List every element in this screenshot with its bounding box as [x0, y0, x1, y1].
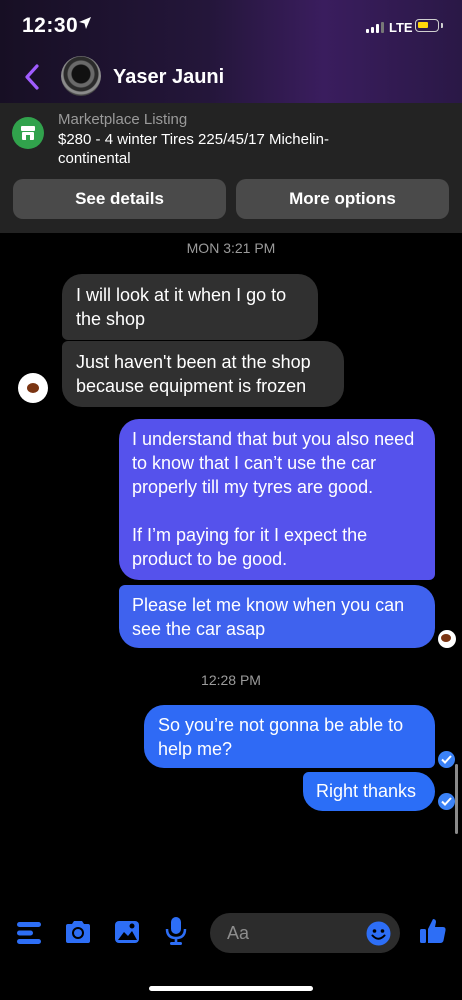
- delivered-check-icon: [438, 751, 455, 768]
- sent-message[interactable]: So you’re not gonna be able to help me?: [144, 705, 435, 768]
- contact-small-avatar: [18, 373, 48, 403]
- listing-label: Marketplace Listing: [58, 111, 188, 128]
- back-chevron-icon[interactable]: [24, 64, 40, 95]
- see-details-button[interactable]: See details: [13, 179, 226, 219]
- home-indicator[interactable]: [149, 986, 313, 991]
- emoji-icon[interactable]: [366, 921, 391, 951]
- read-receipt-avatar: [438, 630, 456, 648]
- message-input-placeholder: Aa: [227, 923, 250, 943]
- timestamp: 12:28 PM: [201, 672, 261, 688]
- network-label: LTE: [389, 20, 413, 35]
- delivered-check-icon: [438, 793, 455, 810]
- more-options-button[interactable]: More options: [236, 179, 449, 219]
- sent-message[interactable]: I understand that but you also need to k…: [119, 419, 435, 580]
- menu-icon[interactable]: [17, 920, 43, 951]
- marketplace-store-icon: [12, 117, 44, 149]
- received-message[interactable]: Just haven't been at the shop because eq…: [62, 341, 344, 407]
- contact-name[interactable]: Yaser Jauni: [113, 66, 224, 89]
- message-input[interactable]: Aa: [210, 913, 400, 953]
- signal-icon: [366, 22, 384, 33]
- sent-message-paragraph: If I’m paying for it I expect the produc…: [132, 525, 368, 569]
- status-time: 12:30: [22, 14, 79, 37]
- thumbs-up-icon[interactable]: [419, 917, 447, 950]
- battery-icon: [415, 19, 443, 32]
- gallery-icon[interactable]: [114, 919, 140, 950]
- sent-message[interactable]: Right thanks: [303, 772, 435, 811]
- location-arrow-icon: [78, 16, 92, 35]
- scrollbar[interactable]: [455, 764, 458, 834]
- contact-avatar[interactable]: [61, 56, 101, 96]
- microphone-icon[interactable]: [165, 916, 187, 951]
- marketplace-listing-panel: Marketplace Listing $280 - 4 winter Tire…: [0, 103, 462, 233]
- sent-message-paragraph: I understand that but you also need to k…: [132, 429, 415, 497]
- timestamp: MON 3:21 PM: [186, 240, 276, 256]
- sent-message[interactable]: Please let me know when you can see the …: [119, 585, 435, 648]
- received-message[interactable]: I will look at it when I go to the shop: [62, 274, 318, 340]
- chat-header: 12:30 LTE Yaser Jauni: [0, 0, 462, 103]
- listing-title[interactable]: $280 - 4 winter Tires 225/45/17 Michelin…: [58, 130, 398, 168]
- camera-icon[interactable]: [64, 920, 92, 949]
